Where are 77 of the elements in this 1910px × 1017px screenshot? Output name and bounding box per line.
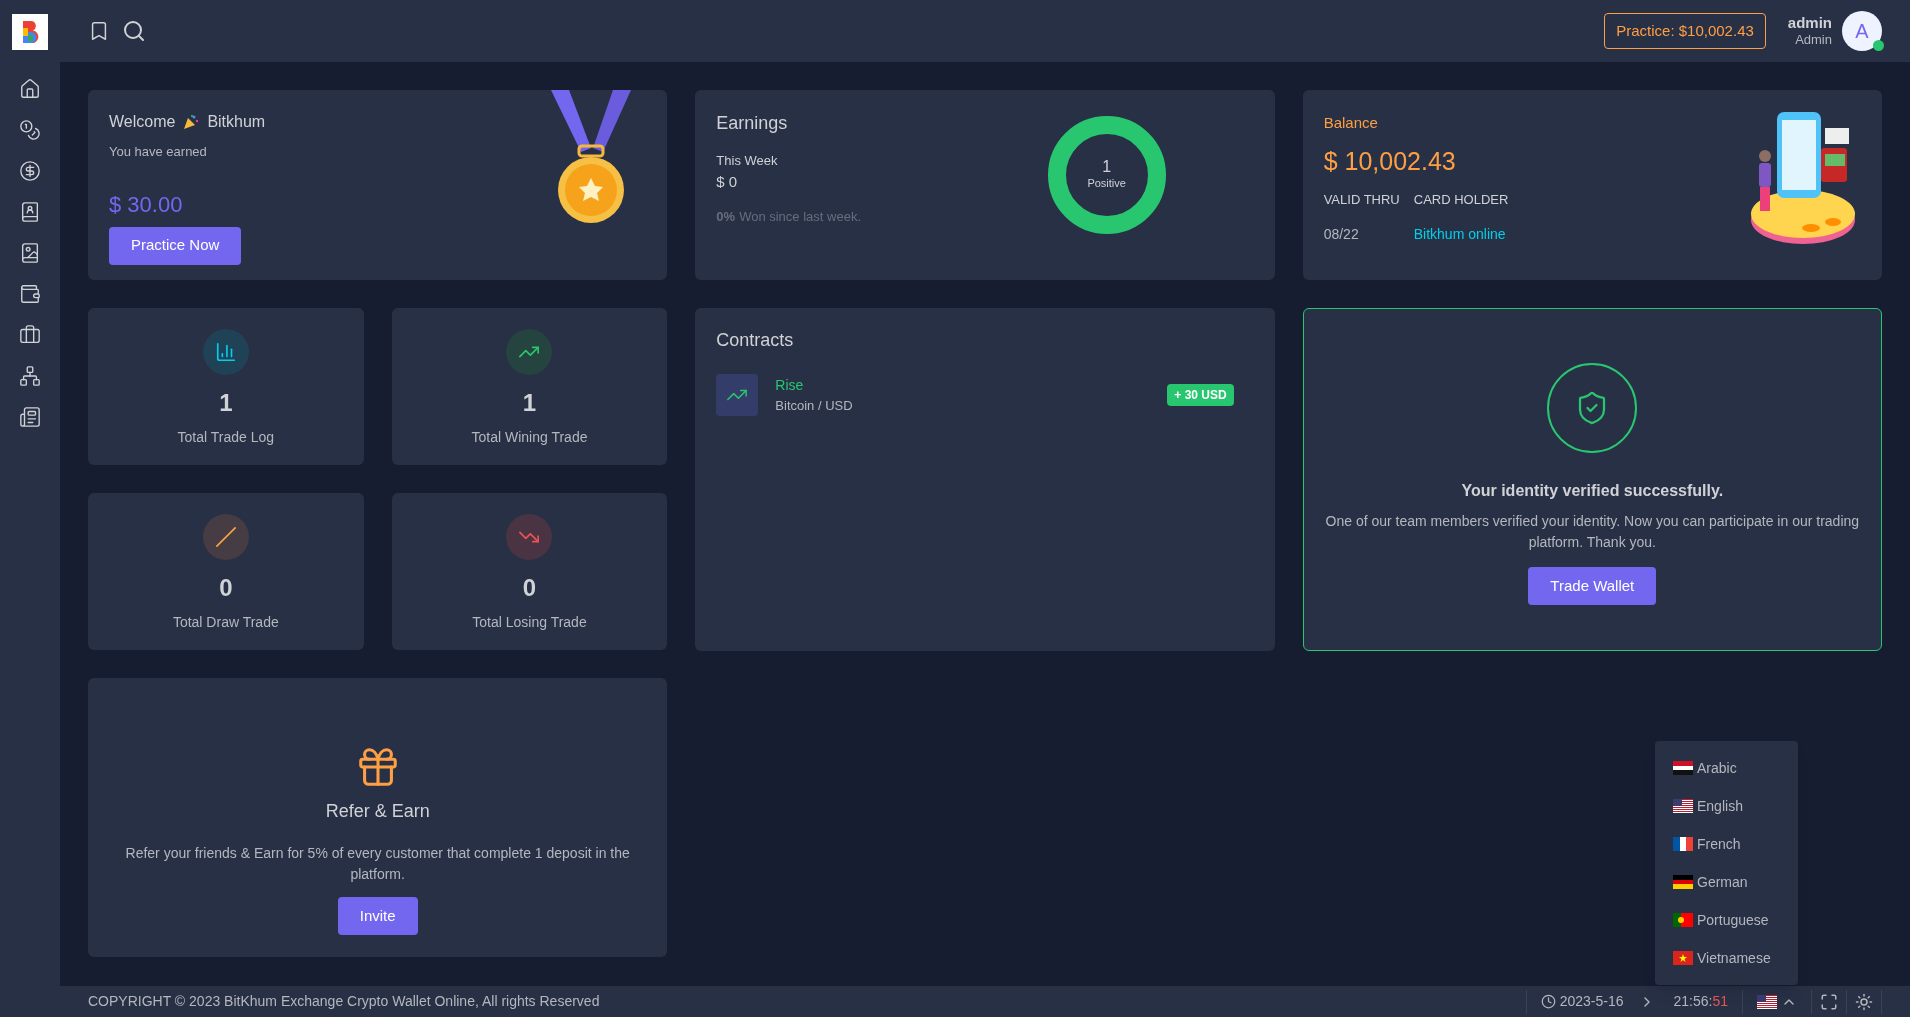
card-holder-value: Bitkhum online: [1413, 224, 1507, 244]
sun-icon[interactable]: [1855, 992, 1873, 1011]
briefcase-icon[interactable]: [19, 324, 41, 346]
stat-value: 1: [219, 388, 233, 418]
profit-badge: + 30 USD: [1167, 384, 1234, 406]
avatar[interactable]: A: [1842, 11, 1882, 51]
home-icon[interactable]: [19, 78, 41, 100]
period-label: This Week: [716, 152, 779, 170]
contracts-title: Contracts: [716, 329, 795, 352]
language-item[interactable]: German: [1655, 863, 1798, 901]
earned-amount: $ 30.00: [109, 190, 184, 219]
donut-label: Positive: [1087, 175, 1126, 191]
language-item[interactable]: Portuguese: [1655, 901, 1798, 939]
time-seconds: 51: [1712, 993, 1728, 1009]
user-name: admin: [1787, 13, 1832, 33]
valid-thru-value: 08/22: [1323, 224, 1360, 244]
stat-label: Total Wining Trade: [471, 428, 588, 447]
trade-wallet-button[interactable]: Trade Wallet: [1528, 567, 1657, 605]
earnings-value: $ 0: [716, 171, 739, 192]
refer-title: Refer & Earn: [325, 800, 430, 823]
party-popper-icon: [183, 114, 200, 130]
stat-value: 0: [219, 573, 233, 603]
flag-icon: [1673, 799, 1693, 813]
time-text: 21:56:: [1673, 993, 1713, 1009]
clock-icon: [1540, 994, 1556, 1009]
practice-now-button[interactable]: Practice Now: [109, 226, 242, 265]
fullscreen-icon[interactable]: [1820, 992, 1838, 1011]
search-icon[interactable]: [122, 19, 146, 43]
stat-label: Total Draw Trade: [172, 613, 279, 632]
shield-check-icon: [1547, 363, 1638, 453]
language-item[interactable]: English: [1655, 787, 1798, 825]
flag-icon: [1673, 875, 1693, 889]
contract-direction: Rise: [775, 375, 805, 395]
trend-down-icon: [506, 514, 553, 560]
language-item[interactable]: Arabic: [1655, 749, 1798, 787]
verified-title: Your identity verified successfully.: [1461, 481, 1724, 501]
refer-text: Refer your friends & Earn for 5% of every customer that complete 1 deposit in the platform.: [124, 844, 631, 884]
trend-up-icon: [716, 374, 759, 416]
dollar-coin-icon[interactable]: [19, 160, 41, 182]
invite-button[interactable]: Invite: [337, 897, 418, 935]
wallet-icon[interactable]: [19, 283, 41, 305]
earned-label: You have earned: [109, 143, 208, 161]
earnings-title: Earnings: [716, 112, 789, 135]
change-text: Won since last week.: [739, 208, 861, 226]
donut-value: 1: [1102, 158, 1112, 175]
flag-icon: [1673, 761, 1693, 775]
balance-title: Balance: [1323, 113, 1379, 133]
language-item[interactable]: French: [1655, 825, 1798, 863]
slash-icon: [202, 514, 249, 560]
language-item[interactable]: Vietnamese: [1655, 939, 1798, 977]
stat-label: Total Trade Log: [177, 428, 275, 447]
coins-icon[interactable]: [19, 119, 41, 141]
valid-thru-label: VALID THRU: [1323, 191, 1400, 209]
flag-icon: [1673, 913, 1693, 927]
copyright-text: COPYRIGHT © 2023 BitKhum Exchange Crypto Wallet Online, All rights Reserved: [88, 992, 600, 1011]
stat-label: Total Losing Trade: [472, 613, 587, 632]
flag-icon: [1673, 837, 1693, 851]
verified-text: One of our team members verified your identity. Now you can participate in our trading platform. Thank you.: [1324, 512, 1861, 552]
balance-amount: $ 10,002.43: [1323, 145, 1457, 177]
welcome-title: Welcome: [109, 112, 176, 132]
flag-icon: [1757, 994, 1777, 1009]
date-text: 2023-5-16: [1559, 992, 1624, 1011]
network-icon[interactable]: [19, 365, 41, 387]
bar-chart-icon: [202, 329, 249, 375]
user-first-name: Bitkhum: [207, 112, 266, 132]
user-role: Admin: [1795, 32, 1832, 49]
change-percent: 0%: [716, 208, 736, 226]
stat-value: 0: [522, 573, 537, 603]
stat-value: 1: [522, 388, 537, 418]
practice-balance-button[interactable]: Practice: $10,002.43: [1604, 13, 1766, 49]
contact-book-icon[interactable]: [19, 201, 41, 223]
contract-pair: Bitcoin / USD: [775, 396, 853, 415]
flag-icon: [1673, 951, 1693, 965]
card-holder-label: CARD HOLDER: [1413, 191, 1509, 209]
trend-up-icon: [506, 329, 553, 375]
logo-icon[interactable]: [12, 14, 48, 50]
notebook-icon[interactable]: [19, 242, 41, 264]
